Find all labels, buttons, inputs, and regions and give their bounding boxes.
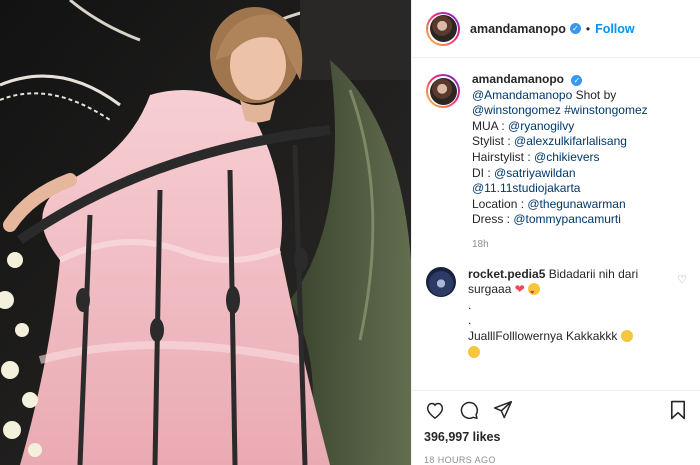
post-header: amandamanopo ✓ • Follow: [412, 0, 700, 58]
caption-avatar-image: [429, 77, 457, 105]
caption-line: Location : @thegunawarman: [472, 197, 648, 213]
header-separator: •: [585, 21, 591, 36]
caption-label: MUA :: [472, 118, 509, 133]
header-username[interactable]: amandamanopo: [470, 22, 566, 36]
post-actions: 396,997 likes 18 HOURS AGO: [412, 390, 700, 465]
caption-avatar[interactable]: [426, 74, 460, 108]
mention-link[interactable]: @ryanogilvy: [508, 119, 574, 133]
mention-link[interactable]: @11.11studiojakarta: [472, 181, 580, 195]
caption-text: Shot by: [572, 87, 617, 102]
like-heart-icon[interactable]: [424, 399, 446, 421]
hashtag-link[interactable]: #winstongomez: [564, 103, 647, 117]
avatar-image: [429, 15, 457, 42]
verified-badge-icon: ✓: [571, 75, 583, 87]
mention-link[interactable]: @tommypancamurti: [513, 212, 621, 226]
comment-bubble-icon[interactable]: [458, 399, 480, 421]
caption-line: @winstongomez #winstongomez: [472, 103, 648, 119]
post-image[interactable]: [0, 0, 411, 465]
caption-label: DI :: [472, 165, 495, 180]
post-detail-panel: amandamanopo ✓ • Follow amandamanopo ✓ @…: [411, 0, 700, 465]
red-heart-emoji-icon: ❤: [514, 282, 525, 297]
avatar[interactable]: [426, 11, 460, 46]
caption-username[interactable]: amandamanopo: [472, 72, 564, 86]
caption: amandamanopo ✓ @Amandamanopo Shot by @wi…: [426, 72, 687, 253]
mention-link[interactable]: @satriyawildan: [494, 166, 576, 180]
verified-badge-icon: ✓: [569, 23, 581, 34]
mention-link[interactable]: @thegunawarman: [527, 197, 625, 211]
comment-dot: .: [468, 297, 472, 312]
smile-emoji-icon: [468, 345, 480, 358]
like-comment-heart-icon[interactable]: ♡: [677, 273, 687, 286]
comment-text: JualllFolllowernya Kakkakkk: [468, 328, 618, 343]
smile-emoji-icon: [620, 329, 633, 342]
caption-body: amandamanopo ✓ @Amandamanopo Shot by @wi…: [472, 72, 648, 253]
mention-link[interactable]: @winstongomez: [472, 103, 561, 117]
commenter-avatar[interactable]: [426, 266, 456, 297]
share-paper-plane-icon[interactable]: [492, 399, 514, 421]
comment-item: rocket.pedia5 Bidadarii nih dari surgaaa…: [426, 266, 687, 361]
caption-timestamp[interactable]: 18h: [472, 237, 648, 253]
comment-username[interactable]: rocket.pedia5: [468, 267, 545, 281]
bookmark-icon[interactable]: [667, 399, 689, 421]
comments-section[interactable]: amandamanopo ✓ @Amandamanopo Shot by @wi…: [412, 58, 700, 390]
action-icons: [424, 399, 689, 421]
comment-body: rocket.pedia5 Bidadarii nih dari surgaaa…: [468, 267, 668, 361]
follow-button[interactable]: Follow: [595, 22, 635, 36]
caption-label: Location :: [472, 196, 528, 211]
caption-line: @11.11studiojakarta: [472, 181, 648, 197]
comment-dot: .: [468, 313, 472, 328]
caption-label: Stylist :: [472, 134, 515, 149]
caption-label: Hairstylist :: [472, 149, 535, 164]
likes-count[interactable]: 396,997 likes: [424, 430, 689, 444]
mention-link[interactable]: @alexzulkifarlalisang: [514, 134, 627, 148]
caption-line: @Amandamanopo Shot by: [472, 88, 648, 104]
caption-line: Stylist : @alexzulkifarlalisang: [472, 134, 648, 150]
caption-line: DI : @satriyawildan: [472, 166, 648, 182]
mention-link[interactable]: @chikievers: [534, 150, 600, 164]
mention-link[interactable]: @Amandamanopo: [472, 88, 572, 102]
caption-line: Dress : @tommypancamurti: [472, 212, 648, 228]
caption-line: Hairstylist : @chikievers: [472, 150, 648, 166]
post-time[interactable]: 18 HOURS AGO: [424, 455, 689, 465]
caption-line: MUA : @ryanogilvy: [472, 119, 648, 135]
caption-label: Dress :: [472, 212, 514, 227]
heart-eyes-emoji-icon: [528, 283, 541, 302]
post-photo: [0, 0, 411, 465]
